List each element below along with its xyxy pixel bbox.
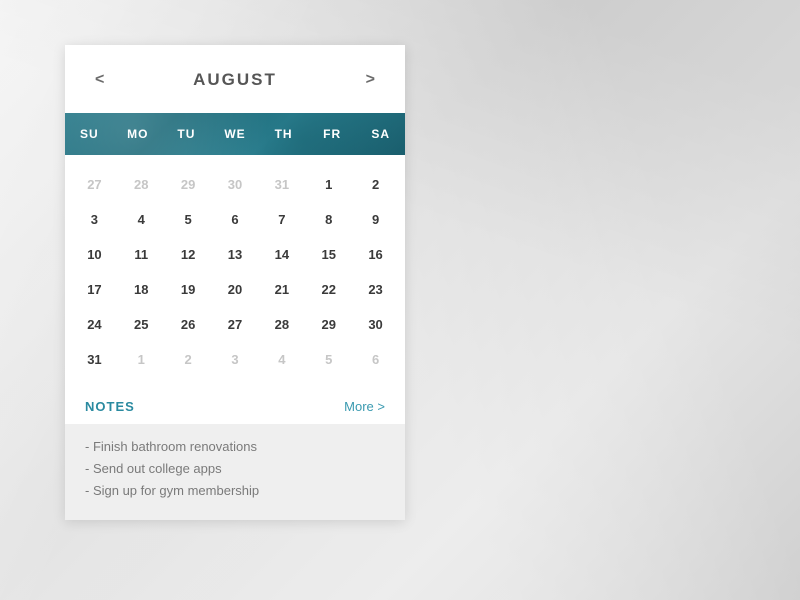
weekday-label: MO bbox=[114, 113, 163, 155]
day-cell[interactable]: 1 bbox=[118, 342, 165, 377]
day-cell[interactable]: 28 bbox=[118, 167, 165, 202]
day-cell[interactable]: 9 bbox=[352, 202, 399, 237]
day-cell[interactable]: 12 bbox=[165, 237, 212, 272]
day-cell[interactable]: 20 bbox=[212, 272, 259, 307]
day-cell[interactable]: 7 bbox=[258, 202, 305, 237]
day-cell[interactable]: 2 bbox=[352, 167, 399, 202]
day-cell[interactable]: 31 bbox=[258, 167, 305, 202]
day-cell[interactable]: 8 bbox=[305, 202, 352, 237]
day-cell[interactable]: 22 bbox=[305, 272, 352, 307]
day-cell[interactable]: 27 bbox=[71, 167, 118, 202]
day-cell[interactable]: 15 bbox=[305, 237, 352, 272]
day-cell[interactable]: 16 bbox=[352, 237, 399, 272]
day-cell[interactable]: 6 bbox=[212, 202, 259, 237]
day-cell[interactable]: 17 bbox=[71, 272, 118, 307]
note-item: - Sign up for gym membership bbox=[85, 480, 385, 502]
day-cell[interactable]: 24 bbox=[71, 307, 118, 342]
weekday-label: SU bbox=[65, 113, 114, 155]
next-month-button[interactable]: > bbox=[360, 67, 381, 93]
day-cell[interactable]: 27 bbox=[212, 307, 259, 342]
day-cell[interactable]: 19 bbox=[165, 272, 212, 307]
day-cell[interactable]: 14 bbox=[258, 237, 305, 272]
weekday-header-row: SUMOTUWETHFRSA bbox=[65, 113, 405, 155]
weekday-label: WE bbox=[211, 113, 260, 155]
day-cell[interactable]: 10 bbox=[71, 237, 118, 272]
notes-body: - Finish bathroom renovations- Send out … bbox=[65, 424, 405, 520]
weekday-label: TH bbox=[259, 113, 308, 155]
day-cell[interactable]: 1 bbox=[305, 167, 352, 202]
day-cell[interactable]: 28 bbox=[258, 307, 305, 342]
day-cell[interactable]: 11 bbox=[118, 237, 165, 272]
day-cell[interactable]: 30 bbox=[212, 167, 259, 202]
day-cell[interactable]: 31 bbox=[71, 342, 118, 377]
note-item: - Finish bathroom renovations bbox=[85, 436, 385, 458]
day-cell[interactable]: 23 bbox=[352, 272, 399, 307]
day-cell[interactable]: 29 bbox=[305, 307, 352, 342]
weekday-label: TU bbox=[162, 113, 211, 155]
day-cell[interactable]: 3 bbox=[71, 202, 118, 237]
day-cell[interactable]: 26 bbox=[165, 307, 212, 342]
notes-header: NOTES More > bbox=[65, 391, 405, 424]
calendar-header: < AUGUST > bbox=[65, 45, 405, 113]
day-cell[interactable]: 18 bbox=[118, 272, 165, 307]
day-cell[interactable]: 4 bbox=[118, 202, 165, 237]
day-cell[interactable]: 5 bbox=[305, 342, 352, 377]
notes-title: NOTES bbox=[85, 399, 135, 414]
day-cell[interactable]: 6 bbox=[352, 342, 399, 377]
calendar-card: < AUGUST > SUMOTUWETHFRSA 27282930311234… bbox=[65, 45, 405, 520]
more-link[interactable]: More > bbox=[344, 399, 385, 414]
day-cell[interactable]: 25 bbox=[118, 307, 165, 342]
note-item: - Send out college apps bbox=[85, 458, 385, 480]
day-cell[interactable]: 2 bbox=[165, 342, 212, 377]
day-cell[interactable]: 4 bbox=[258, 342, 305, 377]
day-cell[interactable]: 29 bbox=[165, 167, 212, 202]
prev-month-button[interactable]: < bbox=[89, 67, 110, 93]
day-cell[interactable]: 30 bbox=[352, 307, 399, 342]
weekday-label: SA bbox=[356, 113, 405, 155]
month-title: AUGUST bbox=[193, 70, 277, 90]
notes-section: NOTES More > - Finish bathroom renovatio… bbox=[65, 391, 405, 520]
day-cell[interactable]: 21 bbox=[258, 272, 305, 307]
day-cell[interactable]: 5 bbox=[165, 202, 212, 237]
day-cell[interactable]: 13 bbox=[212, 237, 259, 272]
days-grid: 2728293031123456789101112131415161718192… bbox=[65, 155, 405, 391]
weekday-label: FR bbox=[308, 113, 357, 155]
day-cell[interactable]: 3 bbox=[212, 342, 259, 377]
